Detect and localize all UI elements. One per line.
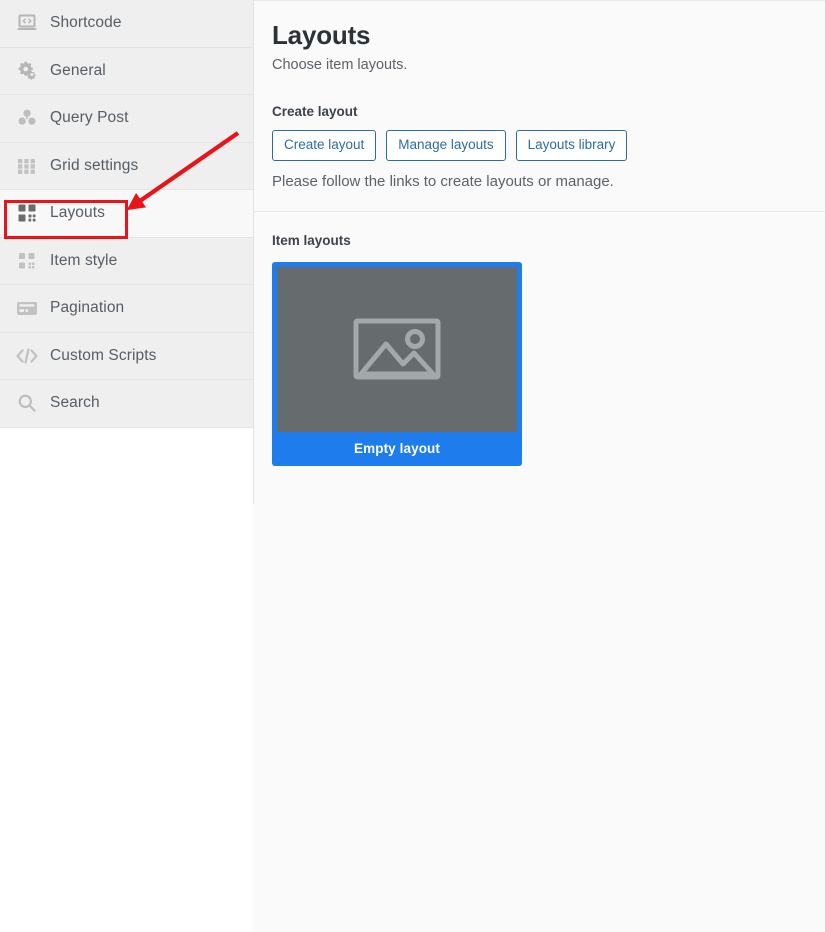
sidebar-item-label: Custom Scripts	[50, 346, 157, 364]
item-layouts-grid: Empty layout	[272, 261, 807, 466]
page-subtitle: Choose item layouts.	[272, 56, 408, 73]
sidebar-item-general[interactable]: General	[0, 47, 253, 95]
item-style-icon	[14, 250, 40, 272]
query-post-icon	[14, 107, 40, 129]
sidebar-item-grid-settings[interactable]: Grid settings	[0, 142, 253, 190]
settings-sidebar: Shortcode General Query Post Grid settin…	[0, 0, 254, 932]
shortcode-icon	[14, 12, 40, 34]
create-layout-button-row: Create layout Manage layouts Layouts lib…	[272, 129, 807, 161]
gears-icon	[14, 60, 40, 82]
page-title: Layouts	[272, 20, 371, 50]
plugin-settings-screen: Shortcode General Query Post Grid settin…	[0, 0, 825, 932]
sidebar-item-search[interactable]: Search	[0, 380, 253, 428]
settings-main-panel: Layouts Choose item layouts. Create layo…	[254, 0, 825, 504]
section-divider	[254, 210, 825, 212]
layout-card-empty-layout[interactable]: Empty layout	[272, 261, 522, 466]
search-icon	[14, 392, 40, 414]
create-layout-help-text: Please follow the links to create layout…	[272, 172, 614, 190]
create-layout-button[interactable]: Create layout	[272, 129, 377, 161]
grid-settings-icon	[14, 155, 40, 177]
layouts-header-section: Layouts Choose item layouts. Create layo…	[254, 21, 825, 190]
sidebar-item-layouts[interactable]: Layouts	[0, 190, 253, 238]
pagination-icon	[14, 297, 40, 319]
layouts-icon	[14, 202, 40, 224]
sidebar-item-label: Pagination	[50, 299, 125, 317]
sidebar-item-shortcode[interactable]: Shortcode	[0, 0, 253, 48]
layout-card-caption: Empty layout	[354, 440, 440, 456]
manage-layouts-button[interactable]: Manage layouts	[386, 129, 506, 161]
sidebar-item-label: Item style	[50, 251, 118, 269]
item-layouts-label: Item layouts	[272, 232, 351, 248]
sidebar-item-custom-scripts[interactable]: Custom Scripts	[0, 332, 253, 380]
image-placeholder-icon	[353, 318, 441, 380]
sidebar-item-label: Query Post	[50, 109, 129, 127]
sidebar-item-label: Layouts	[50, 204, 105, 222]
sidebar-item-pagination[interactable]: Pagination	[0, 285, 253, 333]
sidebar-item-label: Grid settings	[50, 156, 139, 174]
sidebar-item-label: Search	[50, 394, 100, 412]
create-layout-label: Create layout	[272, 103, 358, 119]
sidebar-item-query-post[interactable]: Query Post	[0, 95, 253, 143]
item-layouts-section: Item layouts Empty layout	[254, 233, 825, 466]
sidebar-empty-area	[0, 427, 253, 932]
sidebar-item-item-style[interactable]: Item style	[0, 237, 253, 285]
layouts-library-button[interactable]: Layouts library	[515, 129, 628, 161]
layout-card-thumbnail	[277, 266, 517, 432]
code-icon	[14, 345, 40, 367]
sidebar-item-label: General	[50, 61, 106, 79]
sidebar-item-label: Shortcode	[50, 14, 122, 32]
